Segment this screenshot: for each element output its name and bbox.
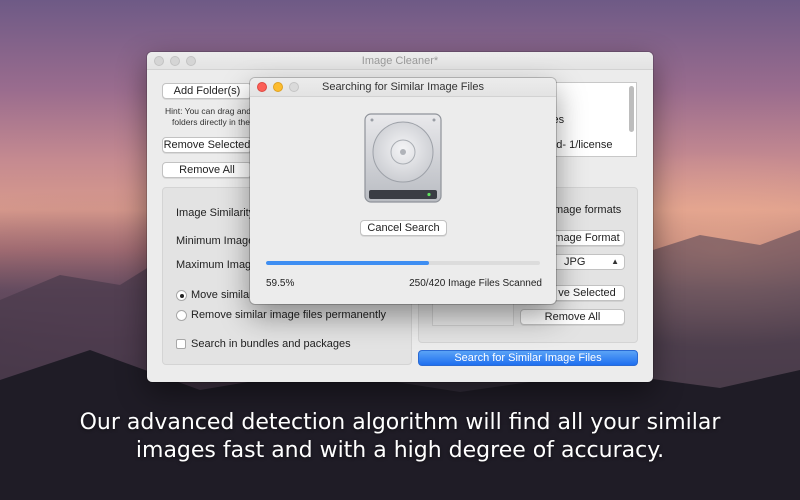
maximum-image-label: Maximum Image — [176, 259, 258, 271]
close-icon[interactable] — [154, 56, 164, 66]
remove-permanently-label: Remove similar image files permanently — [191, 309, 387, 321]
main-window-controls — [154, 56, 196, 66]
hint-line-1: Hint: You can drag and — [165, 106, 252, 116]
remove-all-folders-button[interactable]: Remove All — [162, 162, 252, 178]
minimize-icon[interactable] — [273, 82, 283, 92]
move-similar-radio[interactable] — [176, 290, 187, 301]
dialog-title: Searching for Similar Image Files — [321, 81, 484, 93]
format-select[interactable]: JPG ▲ — [549, 254, 625, 270]
search-progress-fill — [266, 261, 430, 265]
search-bundles-label: Search in bundles and packages — [191, 338, 351, 350]
add-image-format-button[interactable]: mage Format — [549, 230, 625, 246]
search-progress-bar — [266, 261, 540, 265]
files-scanned-count: 250/420 Image Files Scanned — [409, 278, 542, 289]
caption-line-1: Our advanced detection algorithm will fi… — [79, 410, 721, 435]
cancel-search-button[interactable]: Cancel Search — [360, 220, 447, 236]
progress-dialog: Searching for Similar Image Files Cancel… — [250, 78, 556, 304]
image-formats-label: mage formats — [554, 204, 622, 216]
chevron-updown-icon: ▲ — [611, 257, 619, 266]
dialog-titlebar: Searching for Similar Image Files — [250, 78, 556, 97]
search-bundles-checkbox[interactable] — [176, 339, 186, 349]
dialog-window-controls — [257, 82, 299, 92]
minimum-image-label: Minimum Image — [176, 235, 255, 247]
remove-selected-folders-button[interactable]: Remove Selected — [162, 137, 252, 153]
zoom-icon[interactable] — [289, 82, 299, 92]
hint-line-2: folders directly in the — [172, 117, 250, 127]
add-folders-button[interactable]: Add Folder(s) — [162, 83, 252, 99]
move-similar-label: Move similar i — [191, 289, 259, 301]
progress-percent: 59.5% — [266, 278, 295, 289]
hard-disk-icon — [364, 113, 442, 203]
main-window-title: Image Cleaner* — [361, 54, 439, 67]
remove-permanently-radio[interactable] — [176, 310, 187, 321]
format-select-value: JPG — [564, 256, 586, 268]
close-icon[interactable] — [257, 82, 267, 92]
promo-caption: Our advanced detection algorithm will fi… — [0, 409, 800, 465]
remove-all-formats-button[interactable]: Remove All — [520, 309, 625, 325]
zoom-icon[interactable] — [186, 56, 196, 66]
image-similarity-label: Image Similarity — [176, 207, 255, 219]
search-similar-button[interactable]: Search for Similar Image Files — [418, 350, 638, 366]
main-titlebar: Image Cleaner* — [147, 52, 653, 70]
caption-line-2: images fast and with a high degree of ac… — [135, 438, 665, 463]
folder-list-scrollbar[interactable] — [629, 86, 634, 132]
minimize-icon[interactable] — [170, 56, 180, 66]
remove-selected-format-button[interactable]: ve Selected — [549, 285, 625, 301]
